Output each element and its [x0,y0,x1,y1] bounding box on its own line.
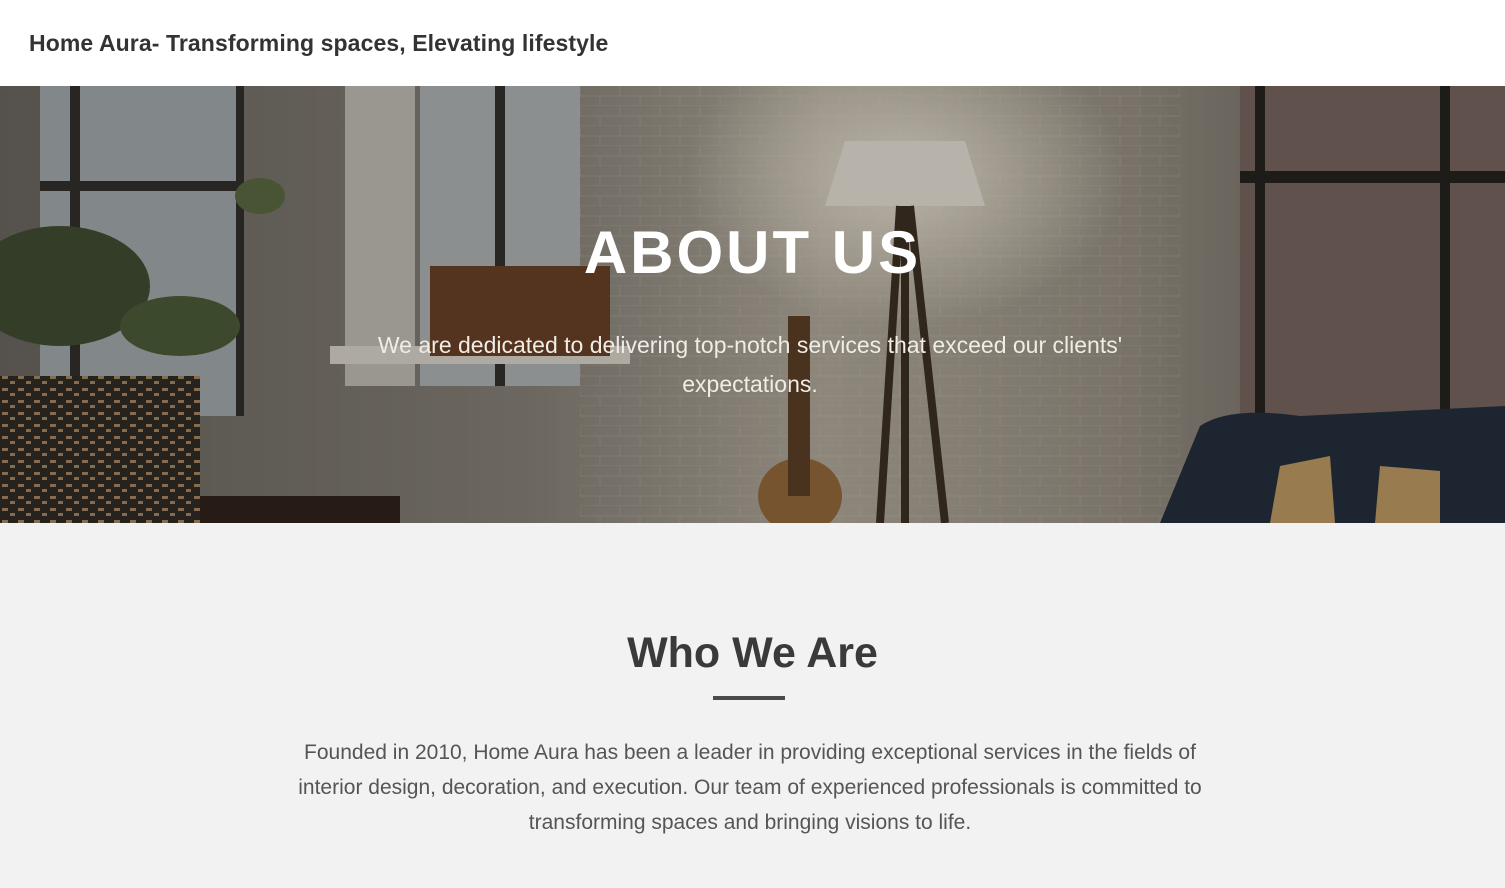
hero-subtitle: We are dedicated to delivering top-notch… [377,332,1123,397]
section-title: Who We Are [627,629,878,677]
hero-banner: ABOUT US We are dedicated to delivering … [0,86,1505,523]
site-header: Home Aura- Transforming spaces, Elevatin… [0,0,1505,86]
hero-content: ABOUT US We are dedicated to delivering … [0,86,1505,523]
title-divider [713,696,785,700]
hero-title: ABOUT US [583,219,922,286]
about-paragraph: Founded in 2010, Home Aura has been a le… [298,741,1202,834]
who-we-are-section: Who We Are Founded in 2010, Home Aura ha… [0,523,1505,888]
brand-link[interactable]: Home Aura- Transforming spaces, Elevatin… [29,30,608,57]
